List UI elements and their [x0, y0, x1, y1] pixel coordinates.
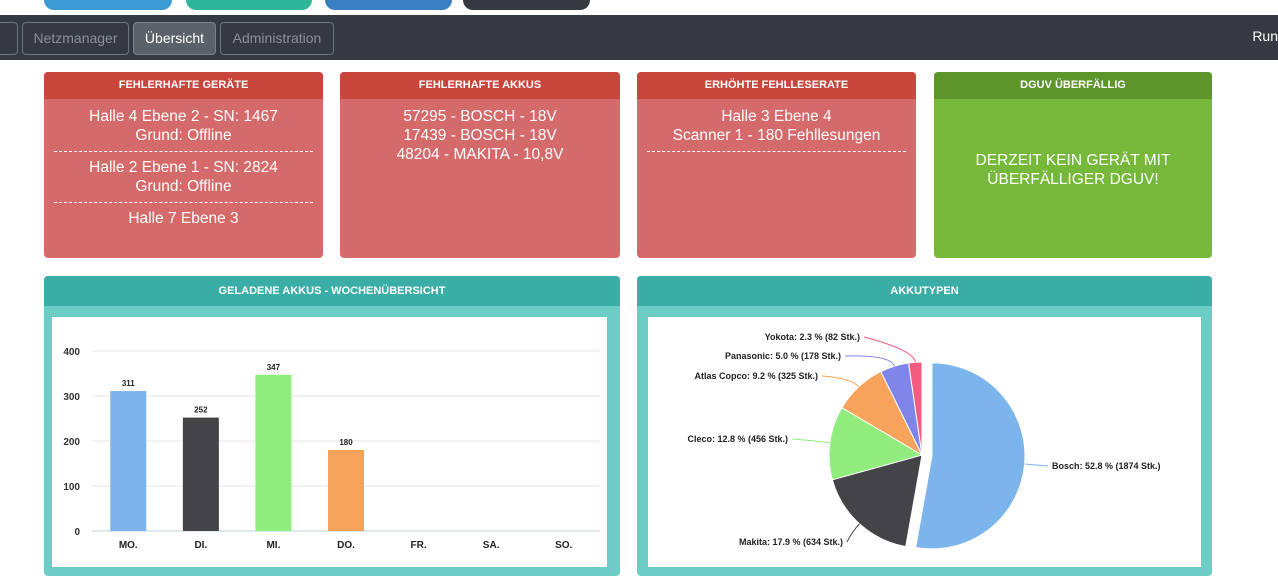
top-strip	[0, 0, 1278, 12]
x-tick-label: FR.	[411, 540, 427, 551]
top-pill[interactable]	[44, 0, 172, 10]
x-tick-label: DI.	[194, 540, 207, 551]
battery-entry: 17439 - BOSCH - 18V	[403, 127, 557, 144]
bar-data-label: 252	[194, 406, 208, 415]
pie-data-label: Bosch: 52.8 % (1874 Stk.)	[1052, 461, 1161, 471]
y-tick-label: 300	[63, 392, 80, 403]
pie-data-label: Cleco: 12.8 % (456 Stk.)	[687, 434, 788, 444]
pie-connector	[1024, 463, 1049, 467]
x-tick-label: DO.	[337, 540, 355, 551]
y-tick-label: 100	[63, 482, 80, 493]
panel-title: AKKUTYPEN	[637, 276, 1212, 306]
pie-data-label: Yokota: 2.3 % (82 Stk.)	[765, 332, 860, 342]
bar-chart-container: 0 100 200 300 400 311 MO. 252 DI. 347 MI. 180 DO. FR.…	[52, 317, 607, 567]
pie-connector	[791, 438, 830, 444]
pie-data-label: Panasonic: 5.0 % (178 Stk.)	[725, 351, 841, 361]
y-tick-label: 400	[63, 347, 80, 358]
card-title: FEHLERHAFTE AKKUS	[340, 72, 620, 99]
card-defective-devices: FEHLERHAFTE GERÄTE Halle 4 Ebene 2 - SN:…	[44, 72, 323, 258]
nav-partial-button[interactable]	[0, 22, 18, 55]
error-entry-scanner: Scanner 1 - 180 Fehllesungen	[672, 127, 881, 144]
error-entry-location: Halle 3 Ebene 4	[721, 108, 832, 125]
pie-slice	[915, 362, 1026, 550]
device-entry-reason: Grund: Offline	[135, 178, 232, 195]
nav-item-netzmanager[interactable]: Netzmanager	[22, 22, 129, 55]
battery-entry: 57295 - BOSCH - 18V	[403, 108, 557, 125]
pie-chart: Bosch: 52.8 % (1874 Stk.) Makita: 17.9 % …	[687, 332, 1161, 550]
x-tick-label: MI.	[266, 540, 280, 551]
card-title: FEHLERHAFTE GERÄTE	[44, 72, 323, 99]
divider	[647, 151, 906, 152]
card-error-rate: ERHÖHTE FEHLLESERATE Halle 3 Ebene 4 Sca…	[637, 72, 916, 258]
y-tick-label: 200	[63, 437, 80, 448]
top-pill[interactable]	[186, 0, 312, 10]
device-entry-line: Halle 7 Ebene 3	[128, 210, 239, 227]
pie-data-label: Makita: 17.9 % (634 Stk.)	[739, 537, 843, 547]
bar-data-label: 347	[267, 363, 281, 372]
x-tick-label: SO.	[555, 540, 572, 551]
y-tick-label: 0	[74, 527, 80, 538]
nav-item-uebersicht[interactable]: Übersicht	[133, 22, 216, 55]
x-tick-label: SA.	[483, 540, 500, 551]
pie-connector	[863, 336, 916, 363]
card-title: ERHÖHTE FEHLLESERATE	[637, 72, 916, 99]
top-pill[interactable]	[463, 0, 590, 10]
card-defective-batteries: FEHLERHAFTE AKKUS 57295 - BOSCH - 18V 17…	[340, 72, 620, 258]
bar	[182, 417, 219, 531]
x-tick-label: MO.	[119, 540, 138, 551]
nav-item-administration[interactable]: Administration	[220, 22, 334, 55]
panel-weekly-chart: GELADENE AKKUS - WOCHENÜBERSICHT 0 100 200…	[44, 276, 620, 576]
pie-chart-container: Bosch: 52.8 % (1874 Stk.) Makita: 17.9 % …	[648, 317, 1201, 567]
bar-chart: 0 100 200 300 400 311 MO. 252 DI. 347 MI. 180 DO. FR.…	[63, 347, 600, 551]
pie-data-label: Atlas Copco: 9.2 % (325 Stk.)	[694, 371, 818, 381]
bar-data-label: 180	[339, 438, 353, 447]
panel-battery-types: AKKUTYPEN Bosch: 52.8 % (1874 Stk.) Makit…	[637, 276, 1212, 576]
bar	[255, 374, 292, 531]
device-entry-line: Halle 2 Ebene 1 - SN: 2824	[89, 159, 278, 176]
pie-connector	[844, 355, 895, 367]
device-entry-line: Halle 4 Ebene 2 - SN: 1467	[89, 108, 278, 125]
pie-connector	[821, 375, 860, 388]
nav-user-text[interactable]: Run	[1252, 28, 1278, 44]
card-dguv-overdue: DGUV ÜBERFÄLLIG DERZEIT KEIN GERÄT MIT Ü…	[934, 72, 1212, 258]
device-entry-reason: Grund: Offline	[135, 127, 232, 144]
bar-data-label: 311	[122, 379, 135, 388]
dguv-message: ÜBERFÄLLIGER DGUV!	[987, 171, 1159, 188]
navbar: Netzmanager Übersicht Administration Run	[0, 15, 1278, 60]
battery-entry: 48204 - MAKITA - 10,8V	[396, 146, 564, 163]
divider	[54, 151, 313, 152]
bar	[110, 391, 147, 531]
top-pill[interactable]	[325, 0, 452, 10]
panel-title: GELADENE AKKUS - WOCHENÜBERSICHT	[44, 276, 620, 306]
dguv-message: DERZEIT KEIN GERÄT MIT	[975, 152, 1171, 169]
bar	[328, 450, 364, 531]
pie-connector	[846, 523, 860, 543]
divider	[54, 202, 313, 203]
card-title: DGUV ÜBERFÄLLIG	[934, 72, 1212, 99]
